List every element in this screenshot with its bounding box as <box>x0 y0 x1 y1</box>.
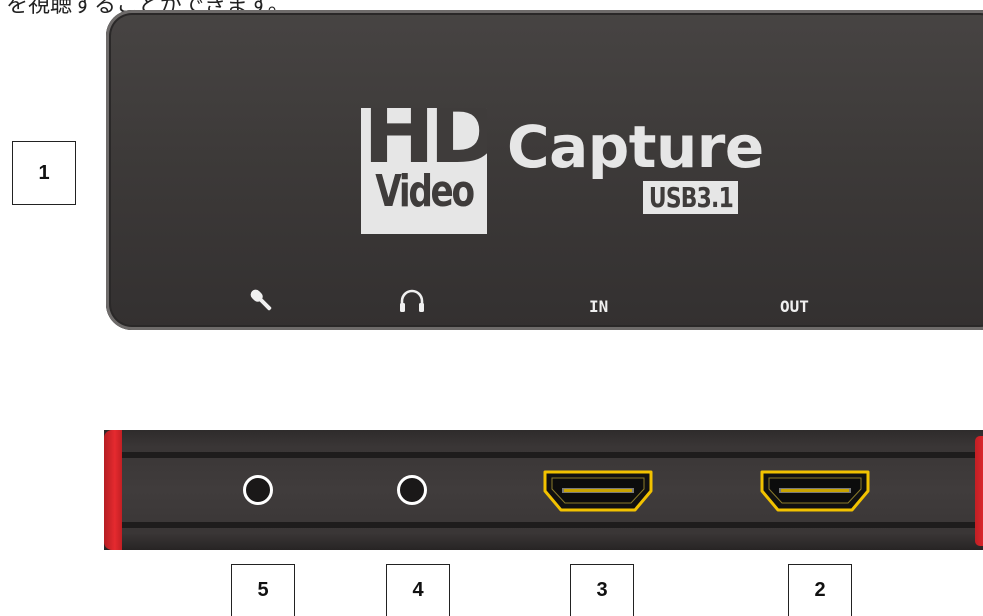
red-end-cap-left <box>104 430 122 550</box>
headphones-icon <box>400 289 424 312</box>
side-band-bottom <box>104 522 983 528</box>
callout-5: 5 <box>231 564 295 616</box>
logo-capture-text: Capture <box>507 113 764 181</box>
usb-badge: USB3.1 <box>643 181 738 214</box>
port-in-label: IN <box>589 297 609 316</box>
hd-video-logo: HD Video <box>361 108 487 234</box>
microphone-icon <box>250 289 272 311</box>
hdmi-out-port <box>760 470 870 512</box>
red-end-cap-right <box>975 436 983 546</box>
port-out-label: OUT <box>780 297 809 316</box>
callout-3: 3 <box>570 564 634 616</box>
headphone-jack <box>397 475 427 505</box>
callout-2: 2 <box>788 564 852 616</box>
usb-badge-text: USB3.1 <box>648 180 733 214</box>
mic-jack <box>243 475 273 505</box>
side-band-top <box>104 452 983 458</box>
hdmi-in-port <box>543 470 653 512</box>
callout-1: 1 <box>12 141 76 205</box>
callout-4: 4 <box>386 564 450 616</box>
logo-video-text: Video <box>375 166 475 217</box>
